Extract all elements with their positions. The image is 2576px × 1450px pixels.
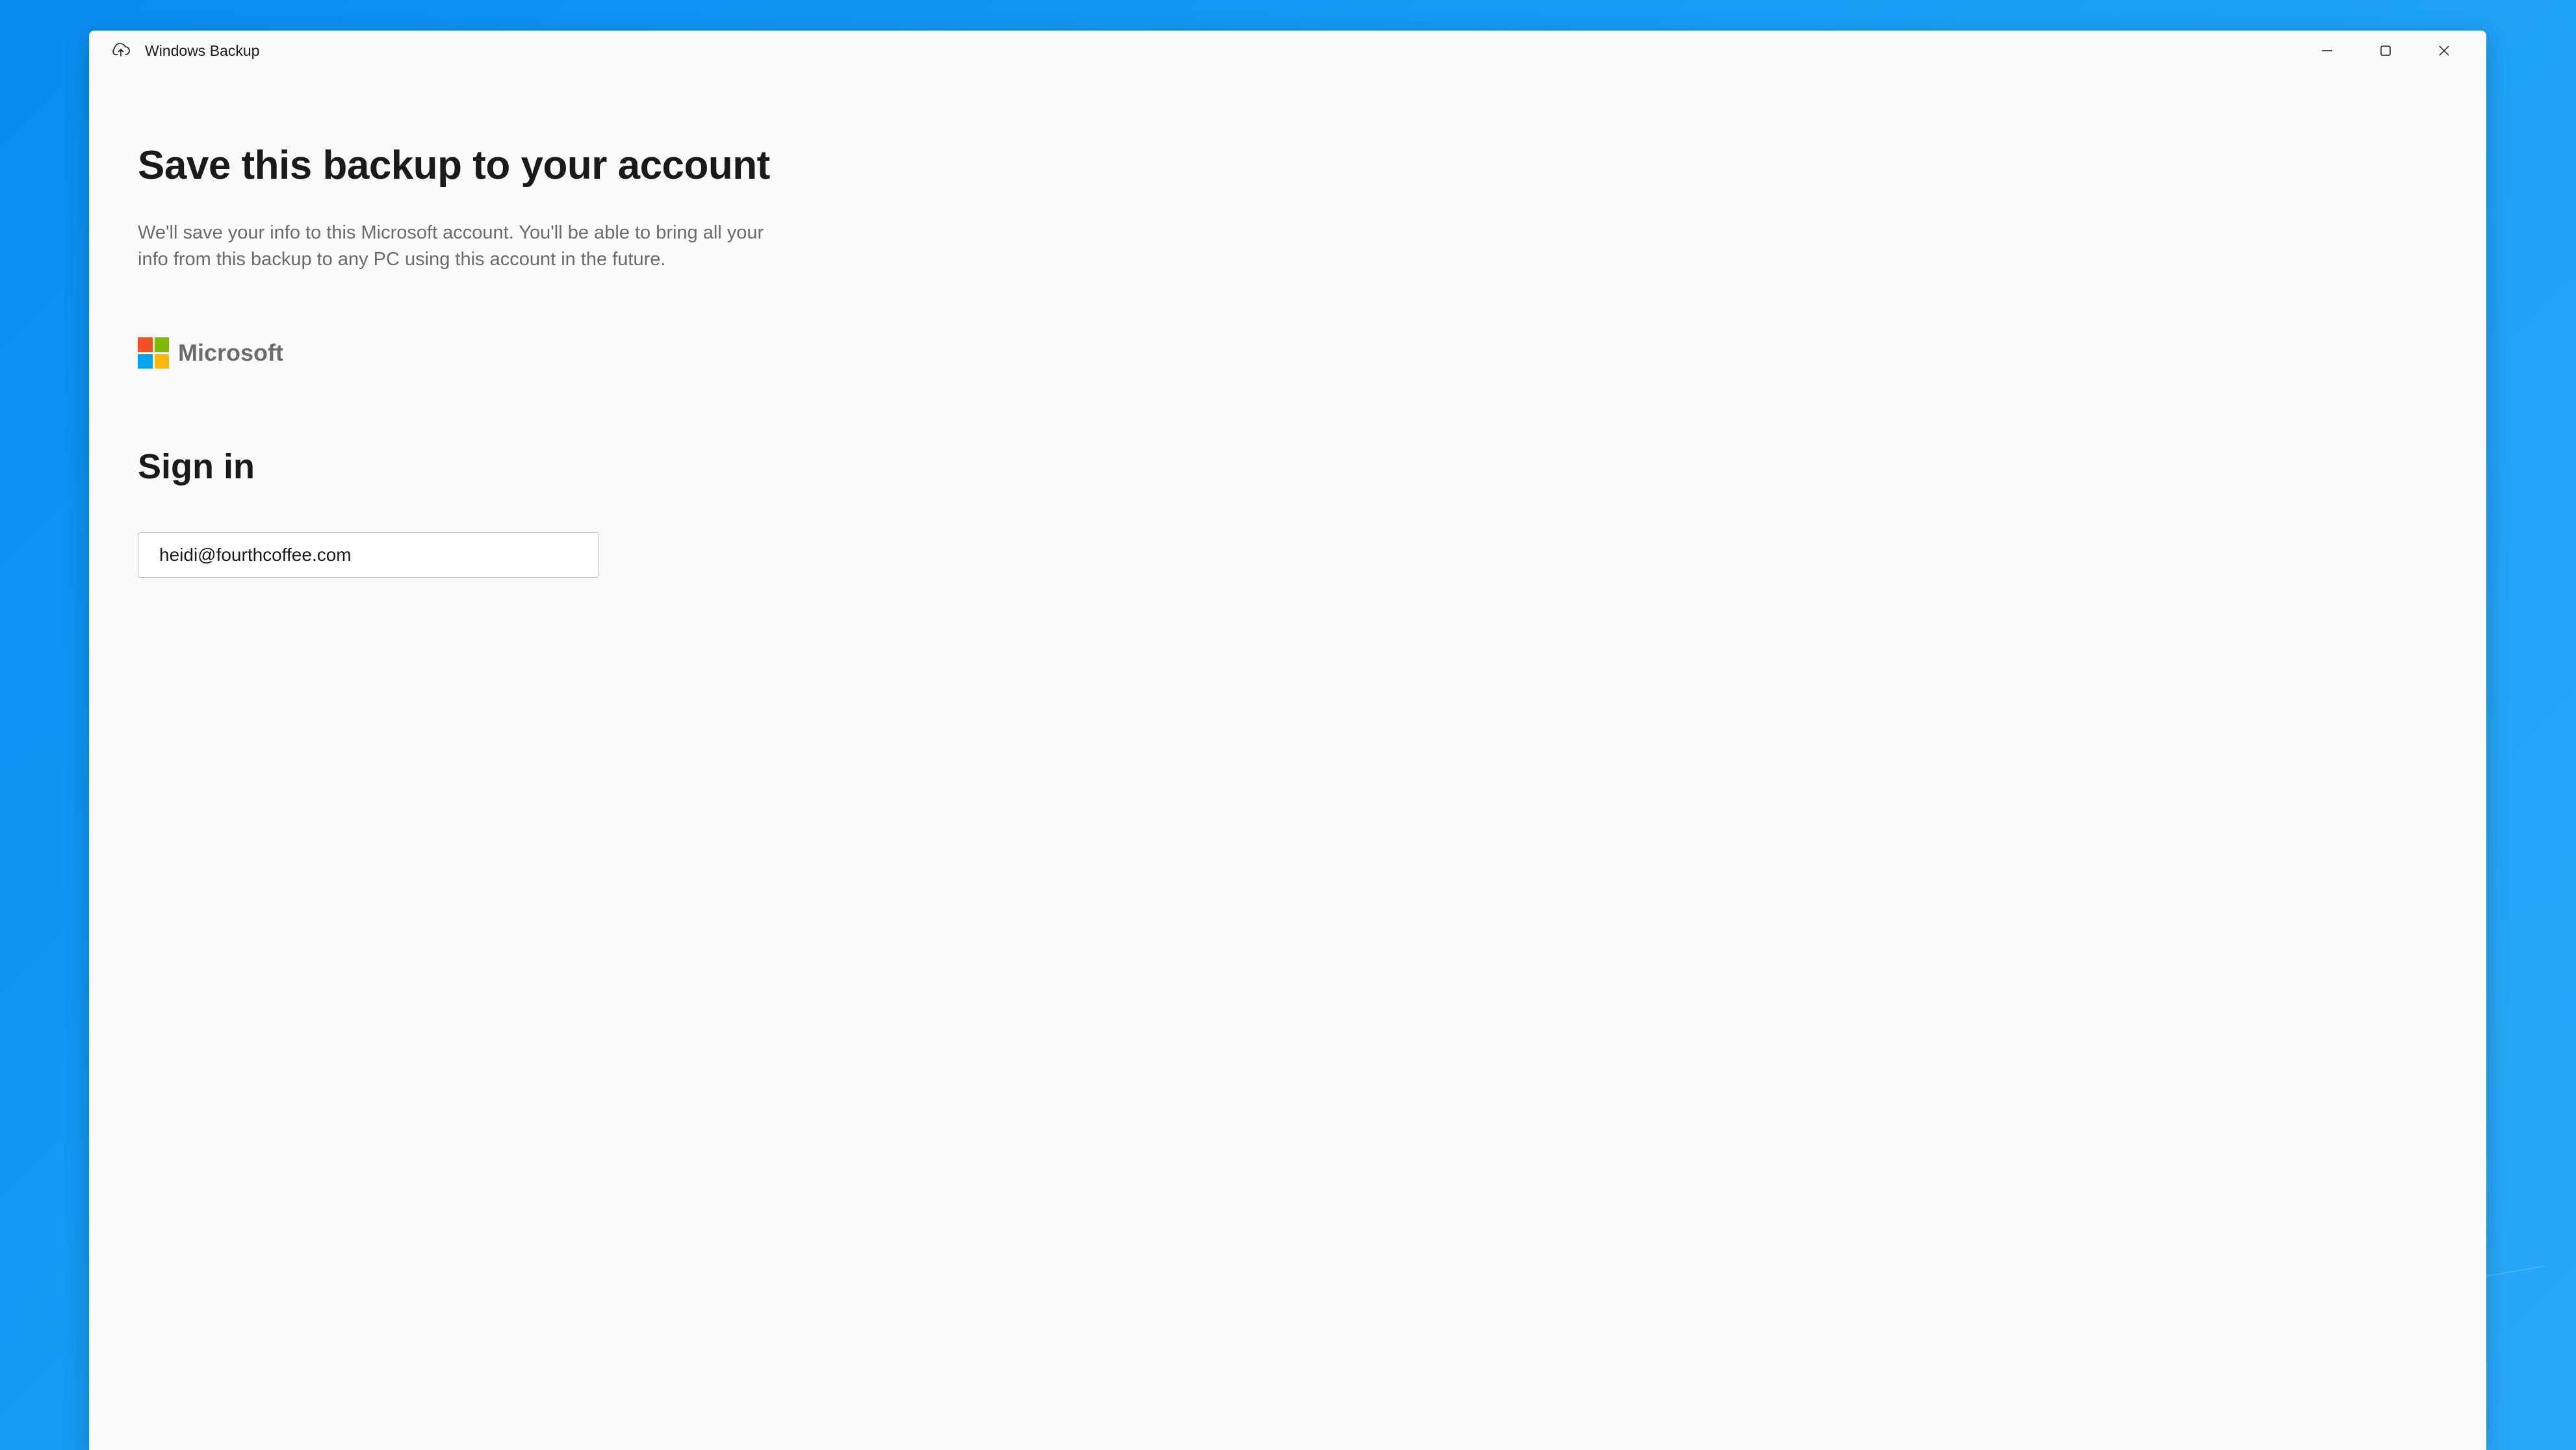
app-window: Windows Backup xyxy=(89,31,2486,1450)
ms-square-yellow xyxy=(155,354,170,369)
page-description: We'll save your info to this Microsoft a… xyxy=(138,220,775,272)
close-button[interactable] xyxy=(2415,31,2473,71)
window-controls xyxy=(2298,31,2473,71)
cloud-upload-icon xyxy=(111,41,131,60)
maximize-button[interactable] xyxy=(2356,31,2415,71)
titlebar: Windows Backup xyxy=(89,31,2486,71)
minimize-button[interactable] xyxy=(2298,31,2356,71)
close-icon xyxy=(2438,45,2450,57)
ms-square-red xyxy=(138,337,153,352)
microsoft-brand-label: Microsoft xyxy=(178,339,283,367)
titlebar-left: Windows Backup xyxy=(102,41,259,60)
minimize-icon xyxy=(2321,45,2333,57)
ms-square-blue xyxy=(138,354,153,369)
page-heading: Save this backup to your account xyxy=(138,142,2438,188)
app-title: Windows Backup xyxy=(145,42,259,60)
email-field[interactable] xyxy=(138,532,599,578)
desktop-background: Windows Backup xyxy=(0,0,2576,1450)
content-area: Save this backup to your account We'll s… xyxy=(89,71,2486,578)
microsoft-logo-icon xyxy=(138,337,169,369)
microsoft-brand: Microsoft xyxy=(138,337,2438,369)
ms-square-green xyxy=(155,337,170,352)
signin-heading: Sign in xyxy=(138,447,2438,487)
maximize-icon xyxy=(2380,45,2391,57)
